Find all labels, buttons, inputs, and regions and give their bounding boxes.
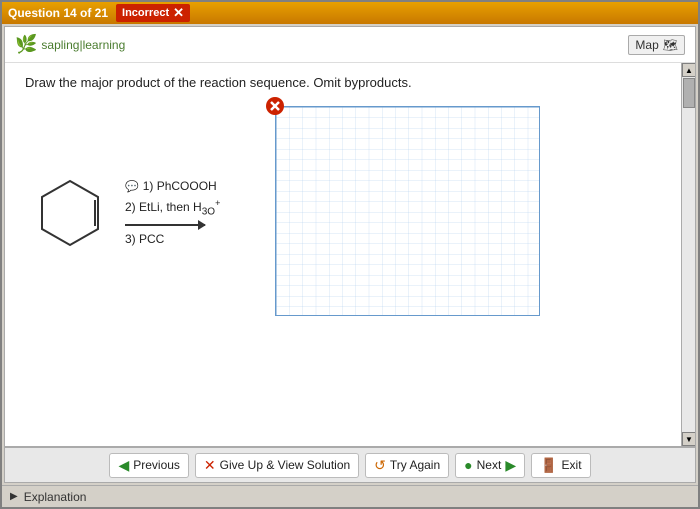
next-arrow-icon: ▶ <box>505 457 516 474</box>
logo: 🌿 sapling|learning <box>15 34 125 55</box>
map-button[interactable]: Map 🗺 <box>628 35 685 55</box>
give-up-button[interactable]: ✕ Give Up & View Solution <box>195 453 359 478</box>
question-area: Draw the major product of the reaction s… <box>5 63 695 341</box>
reagent-step3-text: 3) PCC <box>125 232 164 246</box>
next-button[interactable]: ● Next ▶ <box>455 453 525 478</box>
give-up-label: Give Up & View Solution <box>220 458 351 472</box>
scroll-thumb[interactable] <box>683 78 695 108</box>
give-up-icon: ✕ <box>204 457 216 474</box>
next-icon: ● <box>464 457 472 473</box>
map-icon: 🗺 <box>663 38 678 52</box>
leaf-icon: 🌿 <box>15 34 37 55</box>
exit-icon: 🚪 <box>540 457 557 474</box>
title-bar: Question 14 of 21 Incorrect ✕ <box>2 2 698 24</box>
previous-button[interactable]: ◀ Previous <box>109 453 188 478</box>
previous-label: Previous <box>133 458 180 472</box>
exit-button[interactable]: 🚪 Exit <box>531 453 590 478</box>
content-header: 🌿 sapling|learning Map 🗺 <box>5 27 695 63</box>
reagent-step2-sup: + <box>215 198 220 208</box>
scroll-up-button[interactable]: ▲ <box>682 63 695 77</box>
reagents-block: 💬 1) PhCOOOH 2) EtLi, then H3O+ 3) PCC <box>125 177 255 247</box>
reagent-step2-suffix: 3O <box>202 207 215 218</box>
reagent-icon-1: 💬 <box>125 180 139 193</box>
incorrect-badge: Incorrect ✕ <box>116 4 190 22</box>
app-window: Question 14 of 21 Incorrect ✕ 🌿 sapling|… <box>0 0 700 509</box>
drawing-area <box>275 106 540 319</box>
question-text: Draw the major product of the reaction s… <box>25 75 667 90</box>
exit-label: Exit <box>562 458 582 472</box>
delete-button[interactable] <box>265 96 285 116</box>
reagent-step3: 3) PCC <box>125 230 164 248</box>
try-again-icon: ↺ <box>374 457 386 474</box>
explanation-arrow[interactable]: ▶ <box>10 491 18 502</box>
scrollbar: ▲ ▼ <box>681 63 695 446</box>
grid-canvas[interactable] <box>275 106 540 316</box>
incorrect-label: Incorrect <box>122 7 169 19</box>
arrow-container <box>125 224 205 226</box>
incorrect-x-icon: ✕ <box>173 5 184 21</box>
scroll-down-button[interactable]: ▼ <box>682 432 695 446</box>
bottom-toolbar: ◀ Previous ✕ Give Up & View Solution ↺ T… <box>5 446 695 482</box>
logo-text: sapling|learning <box>41 38 125 52</box>
question-label: Question 14 of 21 <box>8 6 108 20</box>
explanation-label: Explanation <box>24 490 87 504</box>
reagent-step2: 2) EtLi, then H3O+ <box>125 197 220 219</box>
logo-learning: learning <box>83 38 126 52</box>
next-label: Next <box>477 458 502 472</box>
logo-sapling: sapling <box>41 38 79 52</box>
chemistry-area: 💬 1) PhCOOOH 2) EtLi, then H3O+ 3) PCC <box>25 106 667 319</box>
map-label: Map <box>635 38 658 52</box>
reagent-step2-prefix: 2) EtLi, then H <box>125 200 202 214</box>
scroll-track <box>682 77 695 432</box>
reaction-arrow <box>125 224 205 226</box>
main-content: 🌿 sapling|learning Map 🗺 ▲ ▼ <box>4 26 696 483</box>
try-again-label: Try Again <box>390 458 440 472</box>
try-again-button[interactable]: ↺ Try Again <box>365 453 449 478</box>
scroll-area: ▲ ▼ Draw the major product of the reacti… <box>5 63 695 446</box>
reagent-step1: 1) PhCOOOH <box>143 177 217 195</box>
molecule-svg <box>25 173 115 253</box>
previous-icon: ◀ <box>118 457 129 474</box>
status-bar: ▶ Explanation <box>2 485 698 507</box>
